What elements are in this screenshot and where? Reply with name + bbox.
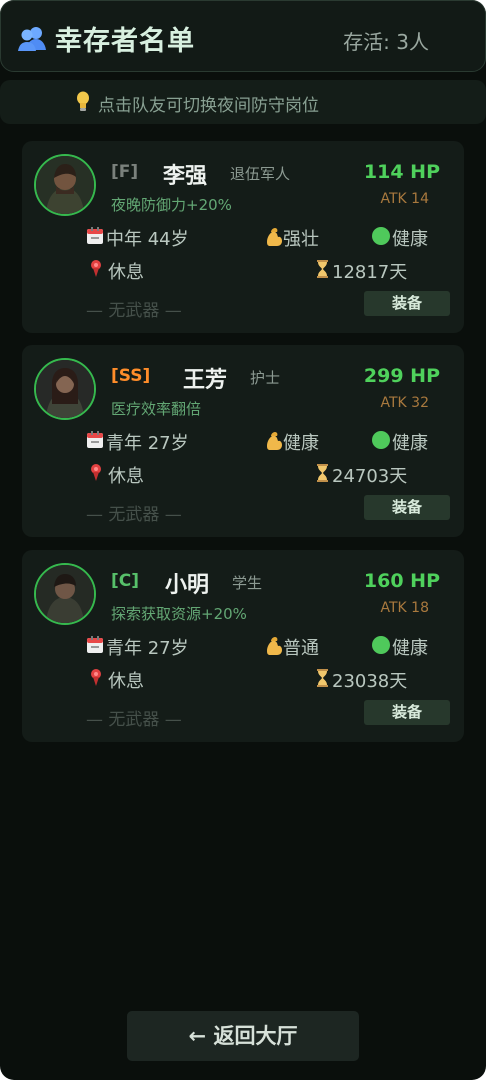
survivor-name: 王芳: [183, 368, 228, 393]
survivor-card-xiao-ming[interactable]: [C] 小明 学生 探索获取资源+20% 160 HP ATK 18 青年 27…: [22, 550, 464, 742]
survivor-card-li-qiang[interactable]: [F] 李强 退伍军人 夜晚防御力+20% 114 HP ATK 14 中年 4…: [22, 141, 464, 333]
green-circle-icon: [372, 227, 390, 245]
equip-button[interactable]: 装备: [364, 495, 450, 520]
survivor-avatar: [34, 154, 96, 216]
calendar-icon: [87, 431, 103, 448]
location-pin-icon: [91, 464, 101, 481]
calendar-icon: [87, 227, 103, 244]
survivor-rank: [C]: [111, 571, 140, 591]
survivor-days: 12817天: [332, 262, 408, 283]
survivor-location: 休息: [108, 671, 144, 692]
survivor-location: 休息: [108, 262, 144, 283]
survivor-health: 健康: [392, 433, 428, 454]
survivor-age: 青年 27岁: [106, 433, 189, 454]
survivor-perk: 夜晚防御力+20%: [111, 196, 232, 214]
location-pin-icon: [91, 260, 101, 277]
flexed-biceps-icon: [267, 432, 282, 450]
survivor-hp: 114 HP: [363, 161, 440, 183]
group-users-icon: [18, 27, 46, 51]
survivor-name: 李强: [163, 164, 208, 189]
survivor-atk: ATK 32: [380, 395, 430, 411]
survivor-name: 小明: [165, 573, 210, 598]
weapon-slot: — 无武器 —: [86, 505, 182, 525]
survivor-hp: 299 HP: [363, 365, 440, 387]
page-title: 幸存者名单: [55, 26, 195, 57]
survivor-avatar: [34, 358, 96, 420]
survivor-count: 存活: 3人: [343, 30, 429, 54]
survivor-avatar: [34, 563, 96, 625]
survivor-portrait: [36, 565, 94, 623]
survivor-days: 24703天: [332, 466, 408, 487]
survivor-atk: ATK 14: [380, 191, 430, 207]
lightbulb-icon: [77, 91, 89, 111]
screen-header: 幸存者名单 存活: 3人: [0, 0, 486, 72]
survivor-role: 护士: [250, 369, 281, 387]
survivor-rank: [SS]: [111, 366, 151, 386]
survivor-hp: 160 HP: [363, 570, 440, 592]
survivor-rank: [F]: [111, 162, 139, 182]
equip-button[interactable]: 装备: [364, 700, 450, 725]
survivor-portrait: [36, 156, 94, 214]
survivor-role: 退伍军人: [230, 165, 291, 183]
weapon-slot: — 无武器 —: [86, 301, 182, 321]
survivor-strength: 健康: [283, 433, 319, 454]
survivor-list-screen: 幸存者名单 存活: 3人 点击队友可切换夜间防守岗位 [F] 李强 退伍军人 夜…: [0, 0, 486, 1080]
survivor-age: 中年 44岁: [106, 229, 189, 250]
hint-banner: 点击队友可切换夜间防守岗位: [0, 80, 486, 124]
survivor-perk: 探索获取资源+20%: [111, 605, 247, 623]
flexed-biceps-icon: [267, 637, 282, 655]
location-pin-icon: [91, 669, 101, 686]
green-circle-icon: [372, 431, 390, 449]
survivor-health: 健康: [392, 638, 428, 659]
hourglass-icon: [317, 669, 328, 687]
survivor-card-wang-fang[interactable]: [SS] 王芳 护士 医疗效率翻倍 299 HP ATK 32 青年 27岁 健…: [22, 345, 464, 537]
survivor-health: 健康: [392, 229, 428, 250]
calendar-icon: [87, 636, 103, 653]
survivor-atk: ATK 18: [380, 600, 430, 616]
hourglass-icon: [317, 464, 328, 482]
survivor-strength: 强壮: [283, 229, 319, 250]
survivor-perk: 医疗效率翻倍: [111, 400, 202, 418]
survivor-role: 学生: [232, 574, 263, 592]
back-to-lobby-button[interactable]: ← 返回大厅: [127, 1011, 359, 1061]
survivor-age: 青年 27岁: [106, 638, 189, 659]
survivor-location: 休息: [108, 466, 144, 487]
hint-text: 点击队友可切换夜间防守岗位: [98, 96, 319, 116]
green-circle-icon: [372, 636, 390, 654]
weapon-slot: — 无武器 —: [86, 710, 182, 730]
survivor-portrait: [36, 360, 94, 418]
survivor-strength: 普通: [283, 638, 319, 659]
equip-button[interactable]: 装备: [364, 291, 450, 316]
survivor-days: 23038天: [332, 671, 408, 692]
flexed-biceps-icon: [267, 228, 282, 246]
hourglass-icon: [317, 260, 328, 278]
